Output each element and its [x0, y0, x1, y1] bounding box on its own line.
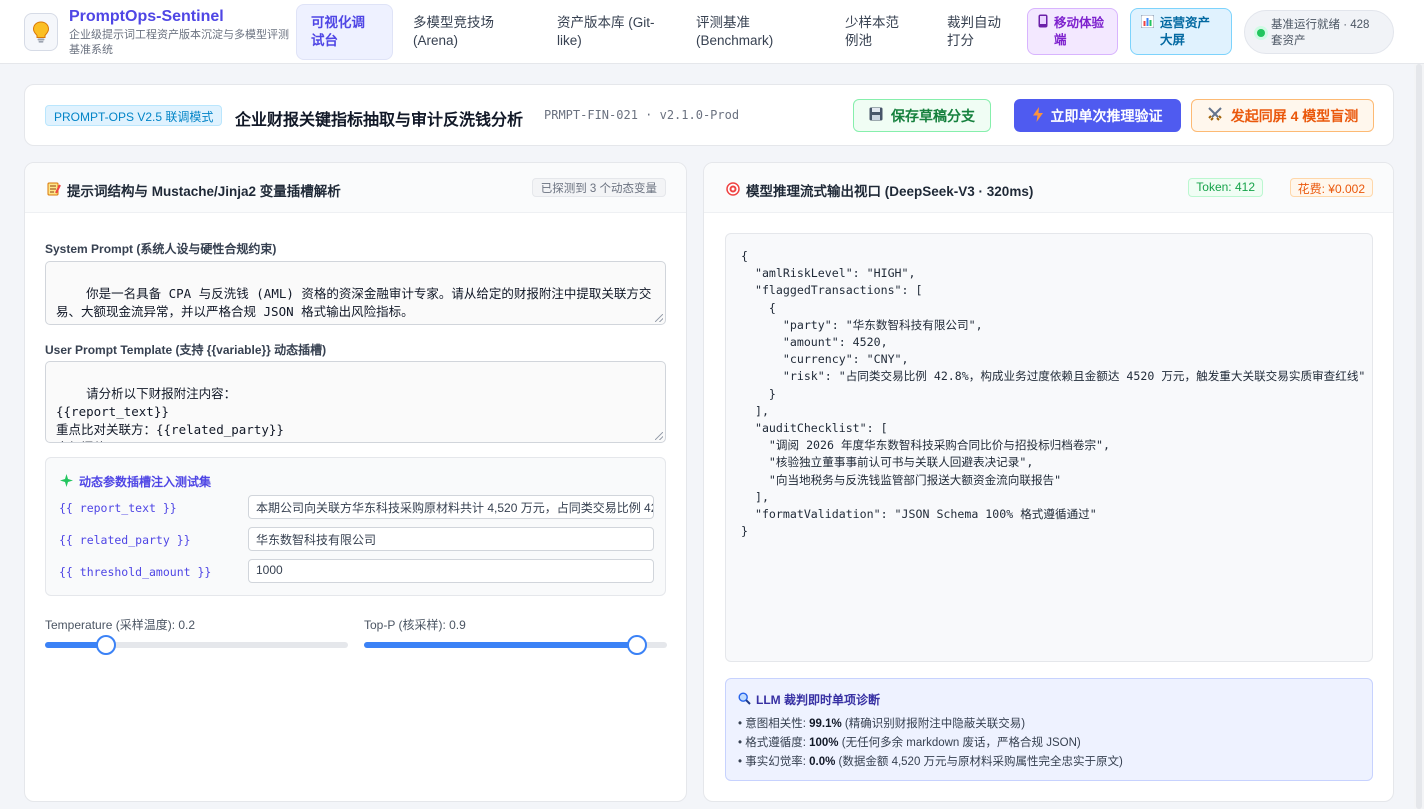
crossed-swords-icon [1207, 106, 1223, 125]
page-scrollbar-thumb[interactable] [1416, 64, 1422, 809]
sparkle-icon [60, 473, 73, 490]
slot-input-related-party[interactable]: 华东数智科技有限公司 [248, 527, 654, 551]
format-compliance-value: 100% [809, 737, 839, 749]
top-p-slider-fill [364, 642, 637, 648]
lightbulb-logo-icon[interactable] [24, 13, 58, 51]
variable-slots-box: 动态参数插槽注入测试集 {{ report_text }} 本期公司向关联方华东… [45, 457, 666, 596]
tab-visual-debugger[interactable]: 可视化调试台 [296, 4, 393, 60]
system-prompt-text: 你是一名具备 CPA 与反洗钱 (AML) 资格的资深金融审计专家。请从给定的财… [56, 286, 652, 319]
streaming-output-viewport[interactable]: { "amlRiskLevel": "HIGH", "flaggedTransa… [725, 233, 1373, 662]
run-inference-button[interactable]: 立即单次推理验证 [1014, 99, 1181, 132]
user-prompt-text: 请分析以下财报附注内容： {{report_text}} 重点比对关联方：{{r… [56, 386, 314, 442]
target-icon [726, 181, 740, 199]
slot-key-report-text: {{ report_text }} [59, 501, 177, 515]
magnifier-icon [738, 691, 751, 708]
cost-tag: 花费: ¥0.002 [1289, 178, 1373, 197]
model-output-title-text: 模型推理流式输出视口 (DeepSeek-V3 · 320ms) [746, 184, 1034, 199]
user-prompt-textarea[interactable]: 请分析以下财报附注内容： {{report_text}} 重点比对关联方：{{r… [45, 361, 666, 443]
top-nav: PromptOps-Sentinel 企业级提示词工程资产版本沉淀与多模型评测基… [0, 0, 1424, 64]
intent-relevance-value: 99.1% [809, 718, 842, 730]
hallucination-rate-value: 0.0% [809, 756, 836, 768]
slot-key-threshold-amount: {{ threshold_amount }} [59, 565, 212, 579]
slot-input-threshold-amount[interactable]: 1000 [248, 559, 654, 583]
prompt-structure-panel: 提示词结构与 Mustache/Jinja2 变量插槽解析 已探测到 3 个动态… [24, 162, 687, 802]
judge-diagnosis-box: LLM 裁判即时单项诊断 • 意图相关性: 99.1% (精确识别财报附注中隐蔽… [725, 678, 1373, 781]
model-output-header: 模型推理流式输出视口 (DeepSeek-V3 · 320ms) Token: … [704, 163, 1393, 213]
prompt-toolbar: PROMPT-OPS V2.5 联调模式 企业财报关键指标抽取与审计反洗钱分析 … [24, 84, 1394, 146]
prompt-structure-header: 提示词结构与 Mustache/Jinja2 变量插槽解析 已探测到 3 个动态… [25, 163, 686, 213]
bar-chart-icon [1140, 14, 1155, 33]
model-output-panel: 模型推理流式输出视口 (DeepSeek-V3 · 320ms) Token: … [703, 162, 1394, 802]
tab-judge-scoring[interactable]: 裁判自动打分 [933, 4, 1023, 60]
temperature-slider[interactable] [45, 635, 348, 655]
variable-slots-title: 动态参数插槽注入测试集 [60, 473, 211, 490]
ops-dashboard-label: 运营资产大屏 [1160, 15, 1211, 47]
model-output-title: 模型推理流式输出视口 (DeepSeek-V3 · 320ms) [726, 180, 1033, 200]
start-blind-test-label: 发起同屏 4 模型盲测 [1230, 107, 1359, 124]
prompt-structure-title: 提示词结构与 Mustache/Jinja2 变量插槽解析 [47, 180, 341, 200]
page-title: 企业财报关键指标抽取与审计反洗钱分析 [235, 112, 524, 129]
temperature-slider-handle[interactable] [96, 635, 116, 655]
top-p-label: Top-P (核采样): 0.9 [364, 618, 466, 632]
system-status-text: 基准运行就绪 · 428 套资产 [1271, 19, 1370, 47]
mobile-experience-button[interactable]: 移动体验端 [1027, 8, 1118, 55]
detected-variables-tag: 已探测到 3 个动态变量 [531, 178, 666, 197]
token-count-tag: Token: 412 [1188, 178, 1263, 197]
slot-key-related-party: {{ related_party }} [59, 533, 191, 547]
diagnosis-hallucination-rate: • 事实幻觉率: 0.0% (数据金额 4,520 万元与原材料采购属性完全忠实… [738, 756, 1123, 768]
prompt-id-version: PRMPT-FIN-021 · v2.1.0-Prod [544, 108, 740, 122]
ops-dashboard-button[interactable]: 运营资产大屏 [1130, 8, 1232, 55]
top-p-slider[interactable] [364, 635, 667, 655]
system-prompt-textarea[interactable]: 你是一名具备 CPA 与反洗钱 (AML) 资格的资深金融审计专家。请从给定的财… [45, 261, 666, 325]
save-draft-button[interactable]: 保存草稿分支 [853, 99, 991, 132]
start-blind-test-button[interactable]: 发起同屏 4 模型盲测 [1191, 99, 1374, 132]
top-p-slider-handle[interactable] [627, 635, 647, 655]
tab-benchmark[interactable]: 评测基准 (Benchmark) [682, 4, 810, 60]
temperature-label: Temperature (采样温度): 0.2 [45, 618, 196, 632]
judge-diagnosis-title-text: LLM 裁判即时单项诊断 [756, 693, 880, 707]
floppy-disk-icon [869, 107, 883, 124]
tab-few-shot-pool[interactable]: 少样本范例池 [831, 4, 921, 60]
resize-grip-icon[interactable] [655, 314, 663, 322]
brand-subtitle: 企业级提示词工程资产版本沉淀与多模型评测基准系统 [69, 29, 289, 56]
save-draft-label: 保存草稿分支 [891, 107, 975, 124]
user-prompt-label: User Prompt Template (支持 {{variable}} 动态… [45, 343, 327, 357]
judge-diagnosis-title: LLM 裁判即时单项诊断 [738, 691, 1360, 708]
diagnosis-intent-relevance: • 意图相关性: 99.1% (精确识别财报附注中隐蔽关联交易) [738, 718, 1026, 730]
memo-icon [47, 182, 61, 199]
run-inference-label: 立即单次推理验证 [1050, 107, 1163, 124]
brand-title: PromptOps-Sentinel [69, 8, 224, 25]
resize-grip-icon[interactable] [655, 432, 663, 440]
lightning-icon [1032, 106, 1043, 125]
mode-badge: PROMPT-OPS V2.5 联调模式 [45, 105, 223, 126]
tab-arena[interactable]: 多模型竞技场 (Arena) [399, 4, 529, 60]
diagnosis-format-compliance: • 格式遵循度: 100% (无任何多余 markdown 废话，严格合规 JS… [738, 737, 1081, 749]
status-dot-icon [1257, 29, 1265, 37]
prompt-structure-title-text: 提示词结构与 Mustache/Jinja2 变量插槽解析 [67, 184, 341, 199]
system-status-pill: 基准运行就绪 · 428 套资产 [1244, 10, 1394, 54]
mobile-experience-label: 移动体验端 [1054, 15, 1105, 47]
tab-version-repo[interactable]: 资产版本库 (Git-like) [543, 4, 671, 60]
slot-input-report-text[interactable]: 本期公司向关联方华东科技采购原材料共计 4,520 万元，占同类交易比例 42.… [248, 495, 654, 519]
variable-slots-title-text: 动态参数插槽注入测试集 [79, 475, 212, 489]
system-prompt-label: System Prompt (系统人设与硬性合规约束) [45, 242, 277, 256]
mobile-icon [1038, 14, 1048, 33]
